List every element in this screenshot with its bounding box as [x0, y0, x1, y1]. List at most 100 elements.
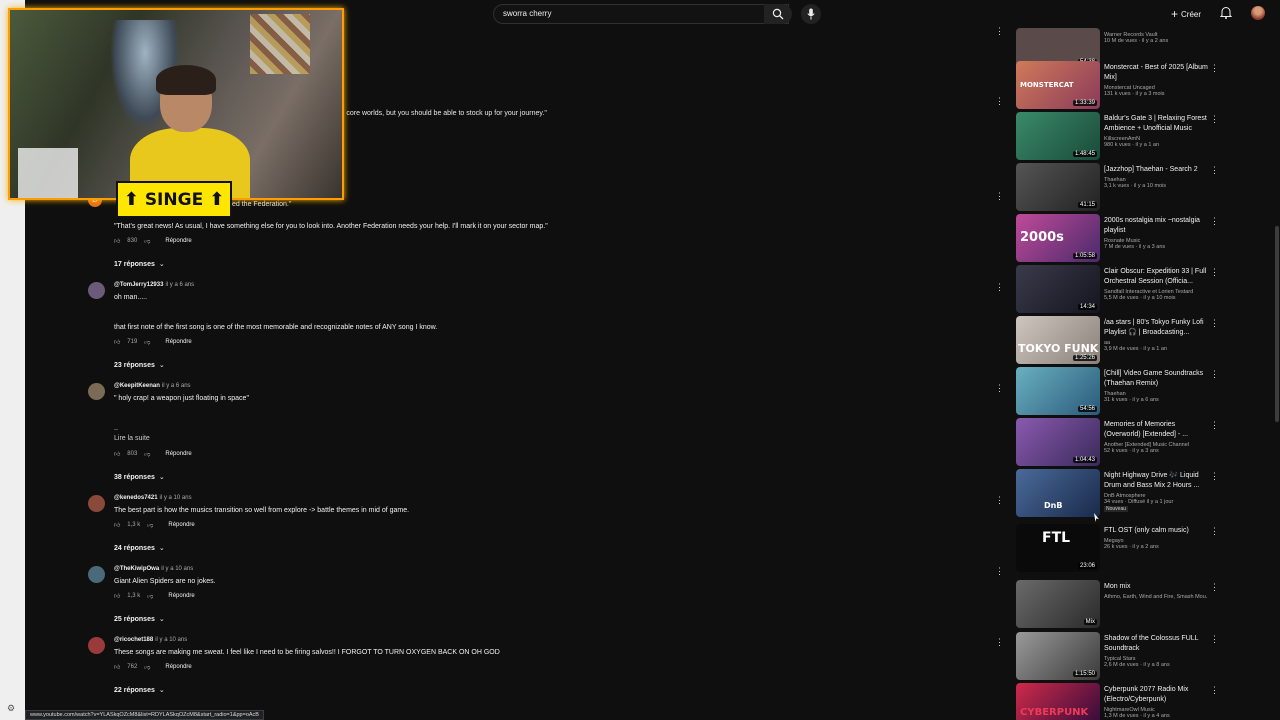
reply-button[interactable]: Répondre: [168, 593, 194, 599]
dislike-icon[interactable]: 👎︎: [144, 237, 150, 245]
video-title[interactable]: Shadow of the Colossus FULL Soundtrack: [1104, 634, 1208, 654]
more-options-icon[interactable]: ⋮: [995, 191, 1004, 202]
avatar[interactable]: [88, 637, 105, 654]
video-card[interactable]: 1:04:43 Memories of Memories (Overworld)…: [1016, 418, 1226, 468]
account-avatar[interactable]: [1251, 6, 1265, 20]
video-title[interactable]: 2000s nostalgia mix ~nostalgia playlist: [1104, 216, 1208, 236]
more-options-icon[interactable]: ⋮: [1210, 63, 1219, 74]
video-card[interactable]: Mix Mon mix Athmo, Earth, Wind and Fire,…: [1016, 580, 1226, 630]
video-thumbnail[interactable]: 14:34: [1016, 265, 1100, 313]
dislike-icon[interactable]: 👎︎: [144, 338, 150, 346]
reply-button[interactable]: Répondre: [165, 664, 191, 670]
more-options-icon[interactable]: ⋮: [1210, 471, 1219, 482]
more-options-icon[interactable]: ⋮: [995, 96, 1004, 107]
video-card[interactable]: 54:38 Warner Records Vault 10 M de vues …: [1016, 10, 1226, 68]
like-icon[interactable]: 👍︎: [114, 592, 120, 600]
more-options-icon[interactable]: ⋮: [1210, 114, 1219, 125]
video-thumbnail[interactable]: TOKYO FUNK 1:25:26: [1016, 316, 1100, 364]
more-options-icon[interactable]: ⋮: [1210, 165, 1219, 176]
view-replies-button[interactable]: 25 réponses ⌄: [114, 615, 165, 623]
video-info: Warner Records Vault 10 M de vues · il y…: [1104, 12, 1208, 44]
video-thumbnail[interactable]: 41:15: [1016, 163, 1100, 211]
view-replies-button[interactable]: 22 réponses ⌄: [114, 686, 165, 694]
video-thumbnail[interactable]: 1:15:50: [1016, 632, 1100, 680]
more-options-icon[interactable]: ⋮: [1210, 526, 1219, 537]
reply-button[interactable]: Répondre: [165, 451, 191, 457]
video-title[interactable]: [Chill] Video Game Soundtracks (Thaehan …: [1104, 369, 1208, 389]
more-options-icon[interactable]: ⋮: [995, 566, 1004, 577]
more-options-icon[interactable]: ⋮: [1210, 318, 1219, 329]
like-icon[interactable]: 👍︎: [114, 521, 120, 529]
video-title[interactable]: Memories of Memories (Overworld) [Extend…: [1104, 420, 1208, 440]
dislike-icon[interactable]: 👎︎: [147, 521, 153, 529]
reply-button[interactable]: Répondre: [168, 522, 194, 528]
video-card[interactable]: 1:15:50 Shadow of the Colossus FULL Soun…: [1016, 632, 1226, 682]
video-thumbnail[interactable]: DnB: [1016, 469, 1100, 517]
more-options-icon[interactable]: ⋮: [1210, 267, 1219, 278]
video-card[interactable]: 14:34 Clair Obscur: Expedition 33 | Full…: [1016, 265, 1226, 315]
comment-author[interactable]: @TheKiwipOwa: [114, 566, 159, 572]
reply-button[interactable]: Répondre: [165, 238, 191, 244]
video-thumbnail[interactable]: CYBERPUNK: [1016, 683, 1100, 720]
dislike-icon[interactable]: 👎︎: [144, 450, 150, 458]
comment-author[interactable]: @KeepitKeenan: [114, 383, 160, 389]
avatar[interactable]: [88, 282, 105, 299]
more-options-icon[interactable]: ⋮: [1210, 634, 1219, 645]
view-replies-button[interactable]: 24 réponses ⌄: [114, 544, 165, 552]
video-thumbnail[interactable]: Mix: [1016, 580, 1100, 628]
like-icon[interactable]: 👍︎: [114, 237, 120, 245]
more-options-icon[interactable]: ⋮: [1210, 420, 1219, 431]
video-card[interactable]: CYBERPUNK Cyberpunk 2077 Radio Mix (Elec…: [1016, 683, 1226, 720]
video-title[interactable]: [Jazzhop] Thaehan - Search 2: [1104, 165, 1208, 175]
avatar[interactable]: [88, 383, 105, 400]
video-title[interactable]: Clair Obscur: Expedition 33 | Full Orche…: [1104, 267, 1208, 287]
read-more-link[interactable]: Lire la suite: [114, 435, 150, 442]
video-thumbnail[interactable]: 1:04:43: [1016, 418, 1100, 466]
video-thumbnail[interactable]: MONSTERCAT 1:33:39: [1016, 61, 1100, 109]
video-card[interactable]: 54:56 [Chill] Video Game Soundtracks (Th…: [1016, 367, 1226, 417]
comment-author[interactable]: @TomJerry12933: [114, 282, 163, 288]
more-options-icon[interactable]: ⋮: [995, 282, 1004, 293]
video-card[interactable]: MONSTERCAT 1:33:39 Monstercat - Best of 2…: [1016, 61, 1226, 111]
video-title[interactable]: /aa stars | 80's Tokyo Funky Lofi Playli…: [1104, 318, 1208, 338]
video-card[interactable]: DnB Night Highway Drive 🎶 Liquid Drum an…: [1016, 469, 1226, 519]
more-options-icon[interactable]: ⋮: [995, 26, 1004, 37]
video-title[interactable]: Monstercat - Best of 2025 [Album Mix]: [1104, 63, 1208, 83]
video-title[interactable]: Baldur's Gate 3 | Relaxing Forest Ambien…: [1104, 114, 1208, 134]
more-options-icon[interactable]: ⋮: [1210, 216, 1219, 227]
video-title[interactable]: Cyberpunk 2077 Radio Mix (Electro/Cyberp…: [1104, 685, 1208, 705]
video-title[interactable]: FTL OST (only calm music): [1104, 526, 1208, 536]
video-card[interactable]: FTL 23:06 FTL OST (only calm music) Megay…: [1016, 524, 1226, 574]
avatar[interactable]: [88, 495, 105, 512]
dislike-icon[interactable]: 👎︎: [144, 663, 150, 671]
video-title[interactable]: Night Highway Drive 🎶 Liquid Drum and Ba…: [1104, 471, 1208, 491]
video-thumbnail[interactable]: 1:48:45: [1016, 112, 1100, 160]
reply-button[interactable]: Répondre: [165, 339, 191, 345]
more-options-icon[interactable]: ⋮: [995, 383, 1004, 394]
video-title[interactable]: Mon mix: [1104, 582, 1208, 592]
comment-author[interactable]: @kenedos7421: [114, 495, 158, 501]
channel-name[interactable]: Athmo, Earth, Wind and Fire, Smash Mou..…: [1104, 594, 1208, 600]
dislike-icon[interactable]: 👎︎: [147, 592, 153, 600]
more-options-icon[interactable]: ⋮: [1210, 369, 1219, 380]
view-replies-button[interactable]: 38 réponses ⌄: [114, 473, 165, 481]
video-thumbnail[interactable]: FTL 23:06: [1016, 524, 1100, 572]
view-replies-button[interactable]: 23 réponses ⌄: [114, 361, 165, 369]
video-card[interactable]: 1:48:45 Baldur's Gate 3 | Relaxing Fores…: [1016, 112, 1226, 162]
like-icon[interactable]: 👍︎: [114, 450, 120, 458]
scrollbar[interactable]: [1275, 226, 1279, 422]
more-options-icon[interactable]: ⋮: [1210, 582, 1219, 593]
video-card[interactable]: 41:15 [Jazzhop] Thaehan - Search 2 Thaeh…: [1016, 163, 1226, 213]
more-options-icon[interactable]: ⋮: [1210, 685, 1219, 696]
like-icon[interactable]: 👍︎: [114, 663, 120, 671]
more-options-icon[interactable]: ⋮: [995, 495, 1004, 506]
video-card[interactable]: TOKYO FUNK 1:25:26 /aa stars | 80's Tokyo…: [1016, 316, 1226, 366]
avatar[interactable]: [88, 566, 105, 583]
view-replies-button[interactable]: 17 réponses ⌄: [114, 260, 165, 268]
more-options-icon[interactable]: ⋮: [995, 637, 1004, 648]
video-card[interactable]: 2000s 1:05:58 2000s nostalgia mix ~nostal…: [1016, 214, 1226, 264]
comment-author[interactable]: @ricochet188: [114, 637, 153, 643]
video-thumbnail[interactable]: 54:56: [1016, 367, 1100, 415]
like-icon[interactable]: 👍︎: [114, 338, 120, 346]
video-thumbnail[interactable]: 2000s 1:05:58: [1016, 214, 1100, 262]
